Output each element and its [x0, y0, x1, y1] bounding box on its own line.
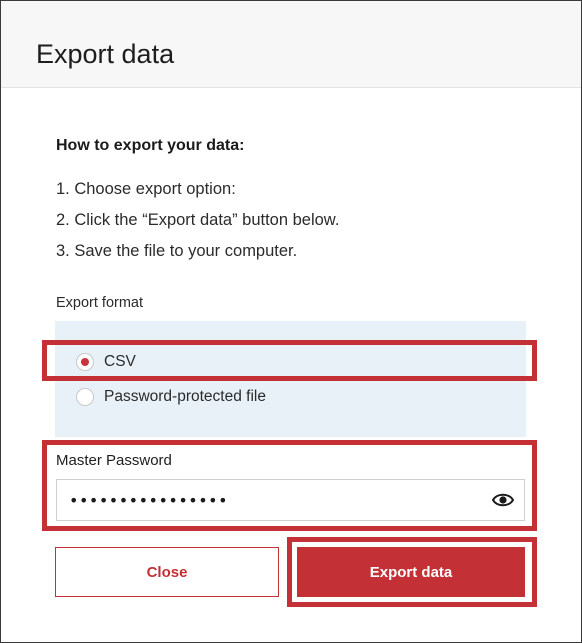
- master-password-input[interactable]: [67, 490, 481, 511]
- export-data-button[interactable]: Export data: [297, 547, 525, 597]
- instruction-step-1: 1. Choose export option:: [56, 180, 236, 198]
- master-password-label: Master Password: [56, 452, 172, 469]
- export-format-panel: [55, 321, 526, 437]
- dialog-header: Export data: [1, 1, 581, 88]
- instruction-step-2: 2. Click the “Export data” button below.: [56, 211, 340, 229]
- instruction-step-3: 3. Save the file to your computer.: [56, 242, 298, 260]
- dialog-title: Export data: [36, 39, 175, 69]
- radio-label-password-protected: Password-protected file: [104, 388, 266, 405]
- instructions-heading: How to export your data:: [56, 137, 245, 154]
- eye-icon[interactable]: [492, 490, 514, 510]
- export-format-label: Export format: [56, 295, 144, 311]
- radio-option-password-protected[interactable]: Password-protected file: [76, 386, 266, 408]
- close-button[interactable]: Close: [55, 547, 279, 597]
- radio-selected-dot: [81, 358, 89, 366]
- radio-label-csv: CSV: [104, 353, 136, 370]
- radio-button-csv[interactable]: [76, 353, 94, 371]
- master-password-field[interactable]: [56, 479, 525, 521]
- radio-button-password-protected[interactable]: [76, 388, 94, 406]
- radio-option-csv[interactable]: CSV: [76, 351, 136, 373]
